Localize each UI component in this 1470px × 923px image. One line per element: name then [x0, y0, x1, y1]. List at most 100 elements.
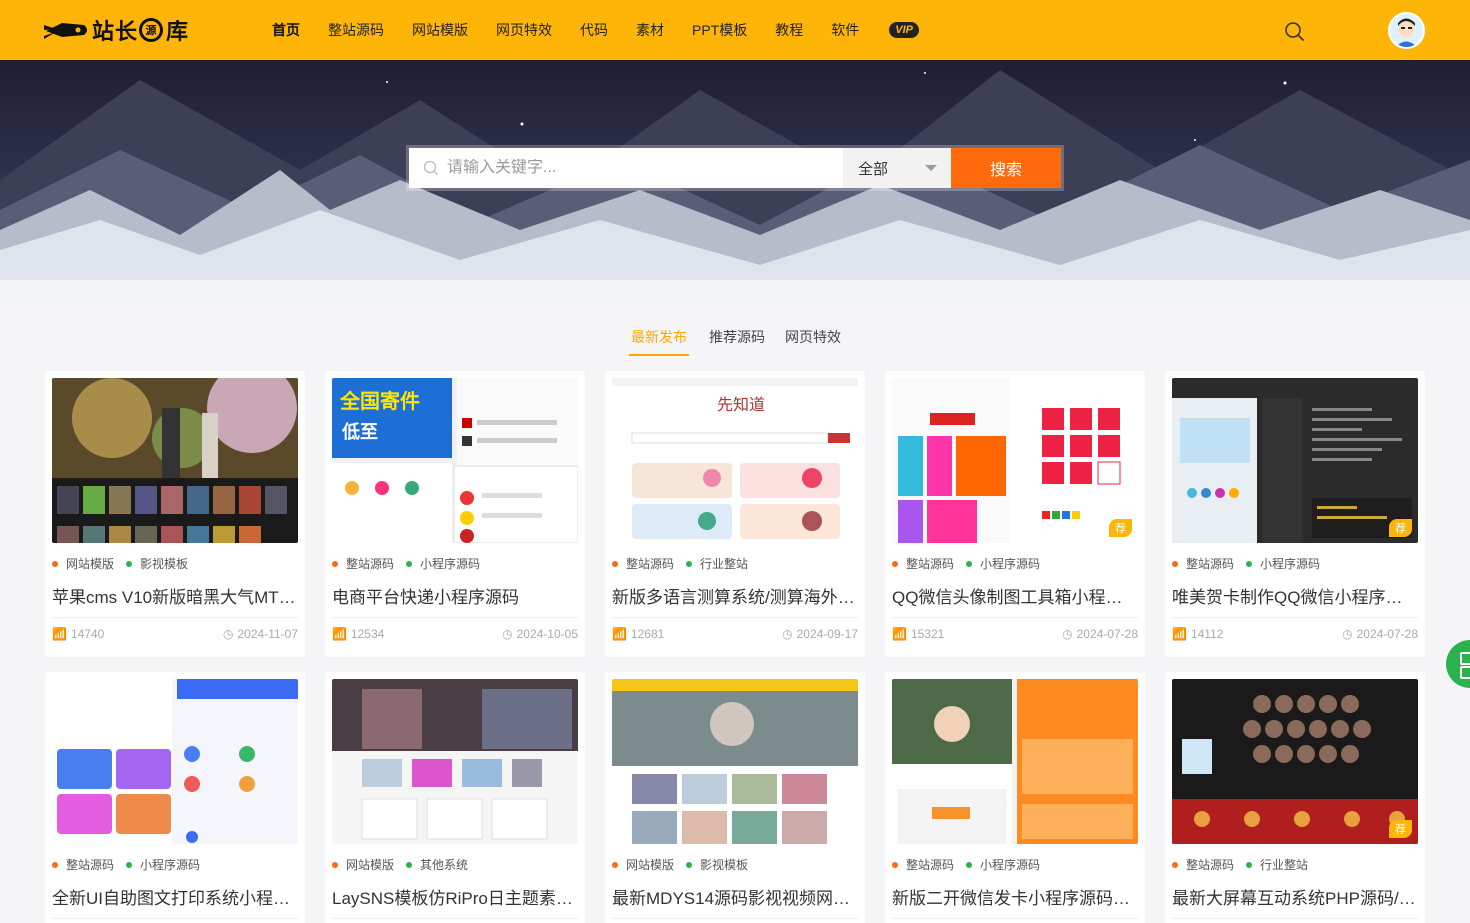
card-meta: 📶 15321 ◷ 2024-07-28 — [892, 627, 1138, 641]
nav-item-home[interactable]: 首页 — [272, 20, 300, 40]
card-views: 12534 — [350, 627, 385, 641]
category-dot-icon — [406, 560, 413, 567]
logo-text: 站长 — [92, 20, 139, 45]
card-title[interactable]: 唯美贺卡制作QQ微信小程序… — [1172, 583, 1418, 608]
card-thumbnail[interactable] — [892, 679, 1138, 844]
search-input[interactable] — [447, 159, 827, 177]
card-subcategory[interactable]: 小程序源码 — [980, 856, 1040, 873]
card-thumbnail[interactable]: 先知道 — [612, 378, 858, 543]
card-category[interactable]: 网站模版 — [346, 856, 394, 873]
card-subcategory[interactable]: 小程序源码 — [980, 555, 1040, 572]
resource-card[interactable]: 网站模版 影视模板 苹果cms V10新版暗黑大气MT… 📶 14740 ◷ 202… — [45, 371, 305, 657]
card-date: 2024-07-28 — [1356, 627, 1418, 641]
card-date: 2024-10-05 — [516, 627, 578, 641]
card-views: 12681 — [630, 627, 665, 641]
category-dot-icon — [966, 560, 973, 567]
card-title[interactable]: QQ微信头像制图工具箱小程… — [892, 583, 1138, 608]
card-category[interactable]: 整站源码 — [346, 555, 394, 572]
card-thumbnail[interactable]: 全国寄件 低至 — [332, 378, 578, 543]
search-submit-button[interactable]: 搜索 — [951, 148, 1061, 188]
card-category[interactable]: 整站源码 — [1186, 555, 1234, 572]
category-dot-icon — [612, 861, 618, 868]
card-divider — [612, 918, 858, 919]
recommended-badge: 荐 — [1389, 519, 1412, 537]
card-subcategory[interactable]: 小程序源码 — [140, 856, 200, 873]
nav-item-full-source[interactable]: 整站源码 — [328, 20, 384, 40]
nav-item-effects[interactable]: 网页特效 — [496, 20, 552, 40]
nav-item-software[interactable]: 软件 — [831, 20, 859, 40]
category-dot-icon — [406, 861, 413, 868]
card-thumbnail[interactable]: 荐 — [1172, 378, 1418, 543]
card-subcategory[interactable]: 小程序源码 — [1260, 555, 1320, 572]
card-category[interactable]: 网站模版 — [66, 555, 114, 572]
card-category[interactable]: 整站源码 — [66, 856, 114, 873]
resource-card[interactable]: 整站源码 小程序源码 新版二开微信发卡小程序源码… — [885, 672, 1145, 923]
card-title[interactable]: 新版多语言测算系统/测算海外… — [612, 583, 858, 608]
card-title[interactable]: 全新UI自助图文打印系统小程… — [52, 884, 298, 909]
card-category[interactable]: 整站源码 — [626, 555, 674, 572]
resource-card[interactable]: 网站模版 影视模板 最新MDYS14源码影视视频网… — [605, 672, 865, 923]
card-divider — [892, 918, 1138, 919]
card-subcategory[interactable]: 行业整站 — [1260, 856, 1308, 873]
search-scope-select[interactable]: 全部 — [843, 148, 951, 188]
clock-icon: ◷ — [502, 627, 513, 641]
clock-icon: ◷ — [782, 627, 793, 641]
category-dot-icon — [1172, 560, 1178, 567]
category-dot-icon — [686, 560, 693, 567]
card-divider — [892, 617, 1138, 618]
card-title[interactable]: 新版二开微信发卡小程序源码… — [892, 884, 1138, 909]
card-divider — [1172, 918, 1418, 919]
tab-recommended[interactable]: 推荐源码 — [709, 310, 765, 356]
nav-item-ppt[interactable]: PPT模板 — [692, 20, 747, 40]
card-thumbnail[interactable]: 荐 — [1172, 679, 1418, 844]
recommended-badge: 荐 — [1109, 519, 1132, 537]
tab-web-effects[interactable]: 网页特效 — [785, 310, 841, 356]
card-subcategory[interactable]: 影视模板 — [140, 555, 188, 572]
nav-item-materials[interactable]: 素材 — [636, 20, 664, 40]
search-inner: 全部 — [409, 148, 951, 188]
card-title[interactable]: 最新大屏幕互动系统PHP源码/… — [1172, 884, 1418, 909]
views-icon: 📶 — [52, 627, 67, 641]
user-avatar[interactable] — [1388, 12, 1425, 49]
card-subcategory[interactable]: 行业整站 — [700, 555, 748, 572]
resource-card[interactable]: 荐 整站源码 小程序源码 QQ微信头像制图工具箱小程… 📶 15321 ◷ 2024… — [885, 371, 1145, 657]
nav-item-tutorials[interactable]: 教程 — [775, 20, 803, 40]
card-thumbnail[interactable]: 荐 — [892, 378, 1138, 543]
floating-tool-button[interactable] — [1446, 640, 1470, 688]
resource-card[interactable]: 荐 整站源码 行业整站 最新大屏幕互动系统PHP源码/… — [1165, 672, 1425, 923]
resource-card[interactable]: 荐 整站源码 小程序源码 唯美贺卡制作QQ微信小程序… 📶 14112 ◷ 2024… — [1165, 371, 1425, 657]
card-category[interactable]: 网站模版 — [626, 856, 674, 873]
card-subcategory[interactable]: 其他系统 — [420, 856, 468, 873]
search-icon[interactable] — [1283, 20, 1305, 42]
card-category[interactable]: 整站源码 — [906, 555, 954, 572]
nav-item-templates[interactable]: 网站模版 — [412, 20, 468, 40]
card-title[interactable]: 最新MDYS14源码影视视频网… — [612, 884, 858, 909]
card-category[interactable]: 整站源码 — [906, 856, 954, 873]
nav-item-code[interactable]: 代码 — [580, 20, 608, 40]
card-thumbnail[interactable] — [52, 378, 298, 543]
card-thumbnail[interactable] — [612, 679, 858, 844]
card-views: 15321 — [910, 627, 945, 641]
card-meta: 📶 12681 ◷ 2024-09-17 — [612, 627, 858, 641]
site-logo[interactable]: 站长 源 库 — [44, 14, 189, 46]
tab-latest[interactable]: 最新发布 — [629, 310, 689, 356]
resource-card[interactable]: 全国寄件 低至 整站源码 小程序源码 电商平台快递小程序源码 📶 12534 ◷ 2… — [325, 371, 585, 657]
card-thumbnail[interactable] — [332, 679, 578, 844]
card-title[interactable]: 苹果cms V10新版暗黑大气MT… — [52, 583, 298, 608]
card-thumbnail[interactable] — [52, 679, 298, 844]
resource-card[interactable]: 网站模版 其他系统 LaySNS模板仿RiPro日主题素… — [325, 672, 585, 923]
resource-card[interactable]: 先知道 整站源码 行业整站 新版多语言测算系统/测算海外… 📶 12681 ◷ 20… — [605, 371, 865, 657]
category-dot-icon — [332, 560, 338, 567]
card-title[interactable]: 电商平台快递小程序源码 — [332, 583, 578, 608]
card-category[interactable]: 整站源码 — [1186, 856, 1234, 873]
resource-card[interactable]: 整站源码 小程序源码 全新UI自助图文打印系统小程… — [45, 672, 305, 923]
card-subcategory[interactable]: 小程序源码 — [420, 555, 480, 572]
card-title[interactable]: LaySNS模板仿RiPro日主题素… — [332, 884, 578, 909]
search-scope-value: 全部 — [858, 160, 889, 178]
recommended-badge: 荐 — [1389, 820, 1412, 838]
logo-badge: 源 — [139, 18, 164, 42]
main-nav: 首页 整站源码 网站模版 网页特效 代码 素材 PPT模板 教程 软件 VIP — [258, 0, 919, 60]
card-subcategory[interactable]: 影视模板 — [700, 856, 748, 873]
views-icon: 📶 — [332, 627, 347, 641]
vip-badge[interactable]: VIP — [889, 22, 919, 38]
